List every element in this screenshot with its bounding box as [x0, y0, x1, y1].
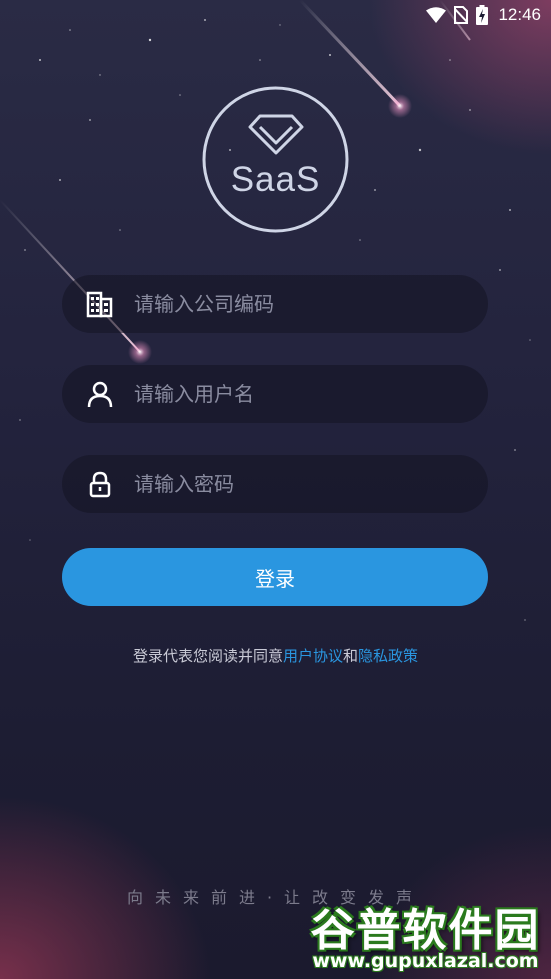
password-field[interactable]: [62, 455, 488, 513]
login-button[interactable]: 登录: [62, 548, 488, 606]
saas-logo: SaaS: [202, 86, 349, 233]
battery-charging-icon: [476, 5, 489, 25]
privacy-policy-link[interactable]: 隐私政策: [358, 647, 418, 665]
company-code-input[interactable]: [134, 275, 474, 333]
status-time: 12:46: [498, 5, 541, 24]
user-agreement-link[interactable]: 用户协议: [283, 647, 343, 665]
login-screen: 12:46 SaaS 请输入公司编码 请输入用户名 登录 登录代表您阅读并同意用…: [0, 0, 551, 979]
building-icon: [86, 291, 113, 318]
watermark-title: 谷普软件园: [310, 905, 541, 956]
wifi-icon: [426, 7, 447, 23]
watermark-url: www.gupuxlazal.com: [312, 950, 539, 972]
status-icons: 12:46: [426, 4, 541, 26]
diamond-icon: [248, 114, 304, 155]
status-bar: 12:46: [0, 0, 551, 30]
username-field[interactable]: [62, 365, 488, 423]
agreement-text: 登录代表您阅读并同意用户协议和隐私政策: [0, 645, 551, 666]
username-input[interactable]: [134, 365, 474, 423]
company-code-field[interactable]: [62, 275, 488, 333]
agreement-prefix: 登录代表您阅读并同意: [132, 647, 283, 665]
user-icon: [87, 381, 113, 408]
logo-text: SaaS: [230, 160, 321, 199]
password-input[interactable]: [134, 455, 474, 513]
agreement-conjunction: 和: [343, 647, 359, 665]
no-sim-icon: [454, 6, 469, 24]
watermark-logo: 谷普软件园 www.gupuxlazal.com: [303, 892, 548, 978]
lock-icon: [89, 471, 111, 498]
